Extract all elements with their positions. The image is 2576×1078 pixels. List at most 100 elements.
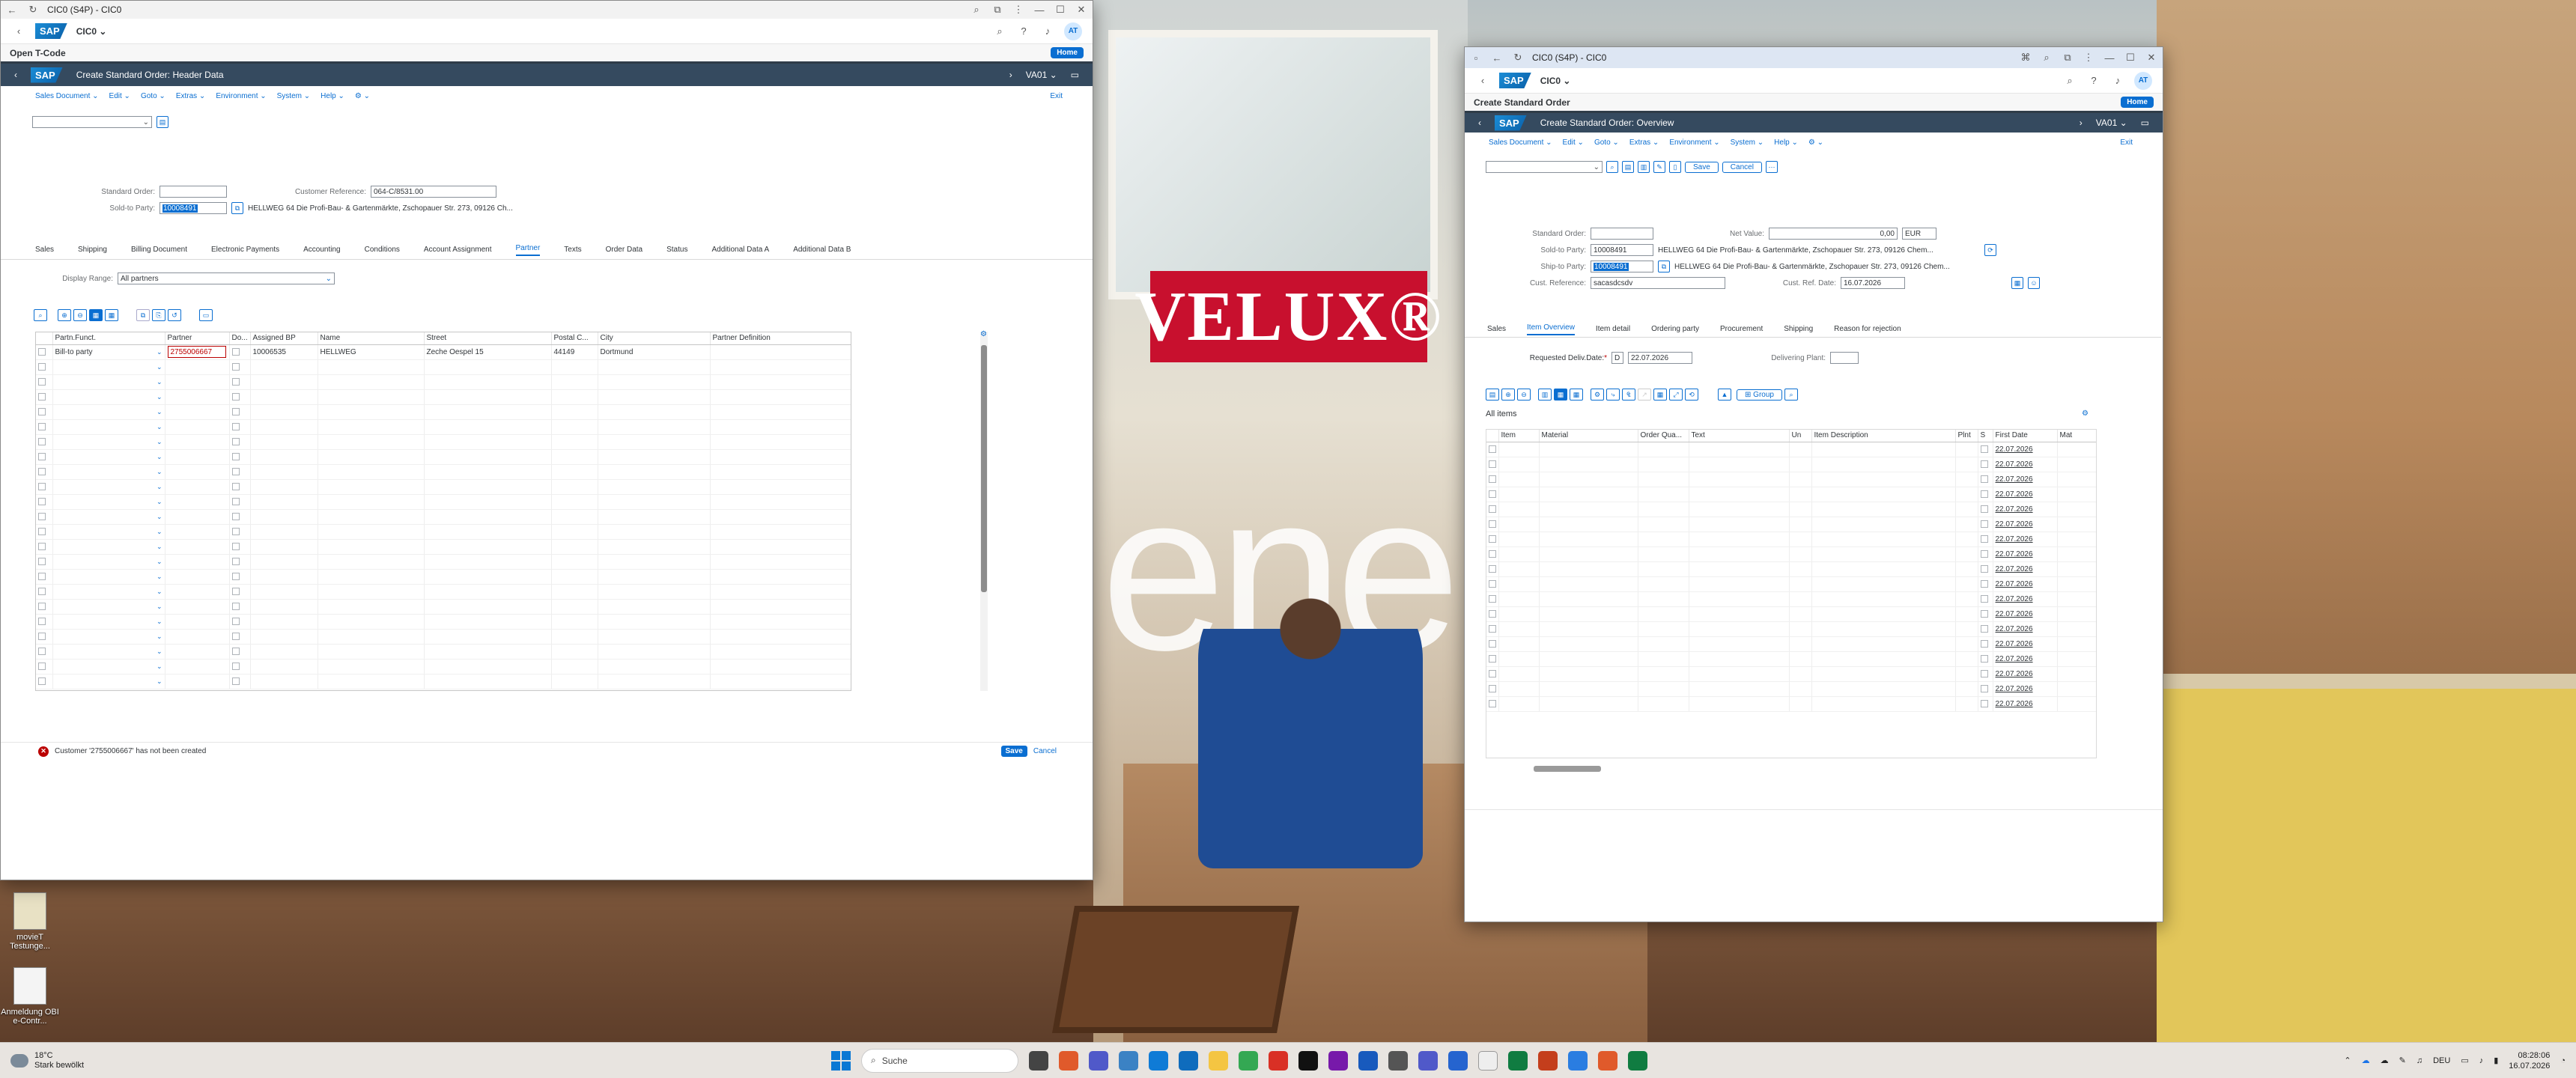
cust-ref-date-input[interactable]: 16.07.2026	[1841, 277, 1905, 289]
partner-cell[interactable]	[165, 584, 230, 600]
row-selector[interactable]	[38, 632, 46, 640]
menu-edit[interactable]: Edit ⌄	[1563, 138, 1584, 147]
do-checkbox[interactable]	[231, 362, 240, 371]
table-row[interactable]: 22.07.2026	[1486, 517, 2096, 532]
item-description-cell[interactable]	[1811, 621, 1956, 637]
exit-link[interactable]: Exit	[1050, 92, 1063, 100]
mat-cell[interactable]	[2057, 442, 2096, 457]
excel-icon[interactable]	[1508, 1050, 1528, 1071]
do-checkbox[interactable]	[231, 407, 240, 415]
insert-row-icon[interactable]: ⊕	[1501, 389, 1515, 401]
item-description-cell[interactable]	[1811, 517, 1956, 532]
item-cell[interactable]	[1498, 591, 1540, 607]
partner-cell[interactable]	[165, 539, 230, 555]
tab-partner[interactable]: Partner	[515, 244, 541, 256]
menu-system[interactable]: System ⌄	[1731, 138, 1764, 147]
menu-extras[interactable]: Extras ⌄	[1629, 138, 1659, 147]
translate-icon[interactable]: ⌘	[2019, 52, 2032, 64]
item-cell[interactable]	[1498, 502, 1540, 517]
plant-cell[interactable]	[1955, 666, 1978, 682]
table-row[interactable]: 22.07.2026	[1486, 472, 2096, 487]
plant-cell[interactable]	[1955, 517, 1978, 532]
partner-cell[interactable]	[165, 614, 230, 630]
item-icon[interactable]: ▥	[1638, 161, 1650, 173]
col-partner-definition[interactable]: Partner Definition	[710, 332, 851, 345]
mat-cell[interactable]	[2057, 576, 2096, 592]
row-selector[interactable]	[38, 482, 46, 490]
row-selector[interactable]	[1489, 669, 1496, 677]
quantity-cell[interactable]	[1638, 442, 1689, 457]
back-icon[interactable]: ‹	[14, 70, 17, 80]
col-material[interactable]: Material	[1539, 430, 1638, 442]
menu-dots-icon[interactable]: ⋮	[2082, 52, 2095, 64]
user-icon[interactable]: ☺	[2028, 277, 2040, 289]
unit-cell[interactable]	[1789, 442, 1812, 457]
row-selector[interactable]	[38, 662, 46, 670]
col-s[interactable]: S	[1978, 430, 1993, 442]
item-cell[interactable]	[1498, 606, 1540, 622]
partner-function-cell[interactable]: ⌄	[52, 419, 165, 435]
details-icon[interactable]: ▤	[1486, 389, 1499, 401]
row-selector[interactable]	[38, 497, 46, 505]
table-settings-icon[interactable]: ⚙	[980, 330, 987, 338]
delivering-plant-input[interactable]	[1830, 352, 1859, 364]
item-cell[interactable]	[1498, 621, 1540, 637]
table-row[interactable]: Bill-to party ⌄ 2755006667 10006535 HELLW…	[36, 344, 851, 360]
pricing-icon[interactable]: ₠	[1622, 389, 1635, 401]
quantity-cell[interactable]	[1638, 457, 1689, 472]
value-help-icon[interactable]: ⧉	[1658, 261, 1670, 272]
quantity-cell[interactable]	[1638, 532, 1689, 547]
unit-cell[interactable]	[1789, 472, 1812, 487]
unit-cell[interactable]	[1789, 681, 1812, 697]
partner-function-cell[interactable]: ⌄	[52, 389, 165, 405]
save-button[interactable]: Save	[1000, 746, 1027, 757]
partner-cell[interactable]	[165, 434, 230, 450]
mat-cell[interactable]	[2057, 546, 2096, 562]
partner-cell[interactable]	[165, 599, 230, 615]
menu-goto[interactable]: Goto ⌄	[1594, 138, 1619, 147]
text-cell[interactable]	[1689, 696, 1790, 712]
first-date-cell[interactable]: 22.07.2026	[1996, 595, 2033, 603]
table-row[interactable]: 22.07.2026	[1486, 502, 2096, 517]
do-checkbox[interactable]	[231, 647, 240, 655]
sap-logo[interactable]: SAP	[1499, 73, 1531, 88]
do-checkbox[interactable]	[231, 617, 240, 625]
first-date-cell[interactable]: 22.07.2026	[1996, 640, 2033, 648]
text-cell[interactable]	[1689, 457, 1790, 472]
sold-to-input[interactable]: 10008491	[1591, 244, 1653, 256]
table-row[interactable]: 22.07.2026	[1486, 621, 2096, 637]
col-item[interactable]: Item	[1498, 430, 1540, 442]
scrollbar-thumb[interactable]	[981, 345, 987, 592]
do-checkbox[interactable]	[231, 587, 240, 595]
screen-icon[interactable]: ▭	[1071, 70, 1079, 80]
do-checkbox[interactable]	[231, 467, 240, 475]
item-cell[interactable]	[1498, 576, 1540, 592]
unit-cell[interactable]	[1789, 546, 1812, 562]
material-cell[interactable]	[1539, 561, 1638, 577]
unit-cell[interactable]	[1789, 561, 1812, 577]
row-selector[interactable]	[38, 677, 46, 685]
calendar-icon[interactable]: ▦	[2011, 277, 2023, 289]
select-all-icon[interactable]: ▦	[1554, 389, 1567, 401]
extensions-icon[interactable]: ⧉	[2061, 52, 2074, 64]
notification-bell-icon[interactable]: ♪	[1040, 25, 1055, 37]
text-cell[interactable]	[1689, 487, 1790, 502]
s-checkbox[interactable]	[1980, 594, 1988, 603]
unit-cell[interactable]	[1789, 576, 1812, 592]
mat-cell[interactable]	[2057, 457, 2096, 472]
partner-function-cell[interactable]: ⌄	[52, 569, 165, 585]
material-cell[interactable]	[1539, 606, 1638, 622]
partner-function-cell[interactable]: ⌄	[52, 539, 165, 555]
quantity-cell[interactable]	[1638, 621, 1689, 637]
do-checkbox[interactable]	[231, 557, 240, 565]
s-checkbox[interactable]	[1980, 639, 1988, 648]
s-checkbox[interactable]	[1980, 549, 1988, 558]
quantity-cell[interactable]	[1638, 472, 1689, 487]
zoom-icon[interactable]: ⌕	[2040, 52, 2053, 64]
mat-cell[interactable]	[2057, 487, 2096, 502]
text-cell[interactable]	[1689, 651, 1790, 667]
row-selector[interactable]	[1489, 549, 1496, 558]
row-selector[interactable]	[38, 647, 46, 655]
reload-icon[interactable]: ↻	[1511, 52, 1525, 64]
mat-cell[interactable]	[2057, 681, 2096, 697]
